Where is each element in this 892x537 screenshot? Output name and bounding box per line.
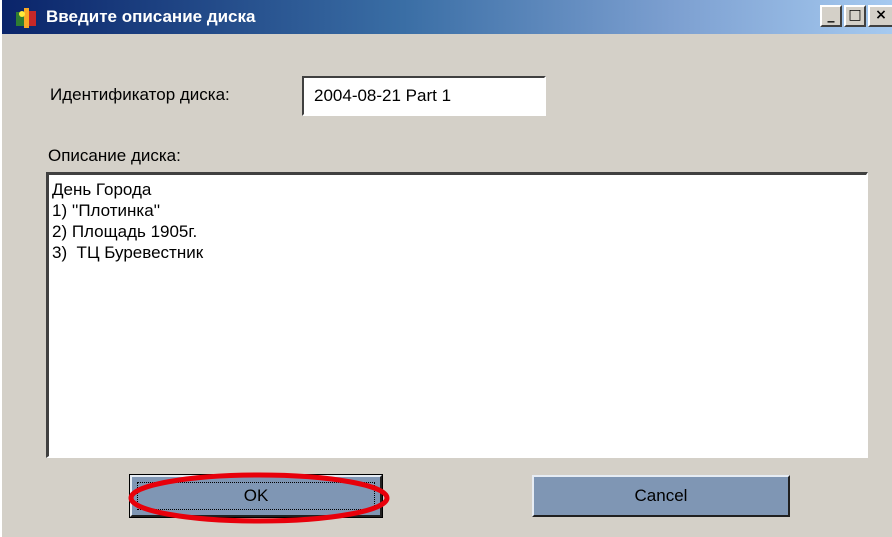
ok-button[interactable]: OK	[129, 474, 383, 518]
minimize-icon: _	[827, 7, 835, 23]
focus-rectangle	[137, 482, 375, 510]
title-bar[interactable]: Введите описание диска _ □ ×	[2, 0, 892, 34]
window-title: Введите описание диска	[46, 7, 256, 26]
cancel-button[interactable]: Cancel	[532, 475, 790, 517]
maximize-icon: □	[848, 7, 862, 23]
close-button[interactable]: ×	[868, 5, 892, 27]
maximize-button[interactable]: □	[844, 5, 866, 27]
disk-id-input[interactable]: 2004-08-21 Part 1	[302, 76, 546, 116]
close-icon: ×	[875, 7, 887, 23]
cancel-button-label: Cancel	[634, 486, 688, 505]
description-line: 1) ''Плотинка''	[52, 201, 161, 220]
description-textarea[interactable]: День Города 1) ''Плотинка'' 2) Площадь 1…	[46, 172, 868, 458]
description-line: День Города	[52, 180, 152, 199]
description-line: 2) Площадь 1905г.	[52, 222, 198, 241]
disk-id-label: Идентификатор диска:	[50, 85, 230, 104]
description-label: Описание диска:	[48, 146, 181, 165]
dialog-window: Введите описание диска _ □ × Идентификат…	[0, 0, 892, 537]
app-icon	[16, 8, 36, 28]
description-line: 3) ТЦ Буревестник	[52, 243, 204, 262]
minimize-button[interactable]: _	[820, 5, 842, 27]
